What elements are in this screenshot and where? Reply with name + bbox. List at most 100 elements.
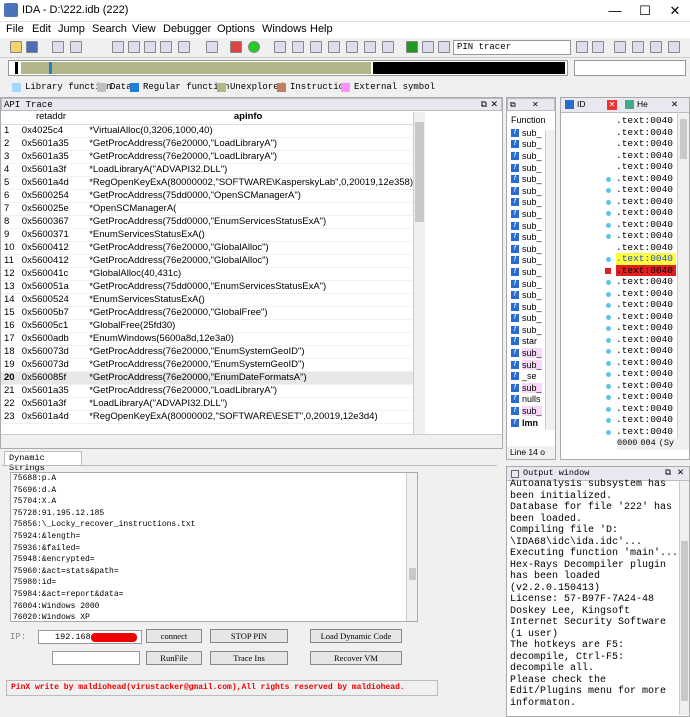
table-row[interactable]: 13 0x560051a *GetProcAddress(75dd0000,"Enu… <box>1 280 413 294</box>
runfile-button[interactable]: RunFile <box>146 651 202 665</box>
disasm-line[interactable]: .text:0040 <box>616 173 676 185</box>
table-row[interactable]: 10 0x5600412 *GetProcAddress(76e20000,"Glo… <box>1 241 413 255</box>
disasm-line[interactable]: .text:0040 <box>616 196 676 208</box>
stop-icon[interactable] <box>438 41 450 53</box>
ida-vscroll[interactable] <box>677 113 689 443</box>
disasm-line[interactable]: .text:0040 <box>616 276 676 288</box>
tab-ida-view[interactable]: ID <box>577 99 586 109</box>
menu-jump[interactable]: Jump <box>58 23 85 35</box>
table-row[interactable]: 19 0x560073d *GetProcAddress(76e20000,"Enu… <box>1 358 413 372</box>
disasm-line[interactable]: .text:0040 <box>616 345 676 357</box>
table-row[interactable]: 11 0x5600412 *GetProcAddress(76e20000,"Glo… <box>1 254 413 268</box>
disasm-line[interactable]: .text:0040 <box>616 115 676 127</box>
recover-vm-button[interactable]: Recover VM <box>310 651 402 665</box>
table-row[interactable]: 5 0x5601a4d *RegOpenKeyExA(80000002,"SOFTW… <box>1 176 413 190</box>
table-row[interactable]: 21 0x5601a35 *GetProcAddress(76e20000,"Loa… <box>1 384 413 398</box>
menu-search[interactable]: Search <box>92 23 127 35</box>
float-window-icon[interactable]: ⧉ <box>665 467 671 478</box>
disasm-line[interactable]: .text:0040 <box>616 150 676 162</box>
dynamic-string-line[interactable]: 76004:Windows 2000 <box>11 601 417 613</box>
scroll-thumb[interactable] <box>415 122 424 222</box>
disasm-line[interactable]: .text:0040 <box>616 264 676 276</box>
xref-icon[interactable] <box>328 41 340 53</box>
close-button[interactable]: ✕ <box>660 0 690 22</box>
disasm-line[interactable]: .text:0040 <box>616 242 676 254</box>
disasm-line[interactable]: .text:0040 <box>616 357 676 369</box>
tool-icon[interactable] <box>346 41 358 53</box>
menu-debugger[interactable]: Debugger <box>163 23 211 35</box>
disasm-line[interactable]: .text:0040 <box>616 414 676 426</box>
table-row[interactable]: 12 0x560041c *GlobalAlloc(40,431c) <box>1 267 413 281</box>
function-icon[interactable] <box>274 41 286 53</box>
disasm-line[interactable]: .text:0040 <box>616 368 676 380</box>
col-apinfo[interactable]: apinfo <box>83 111 413 125</box>
dynamic-string-line[interactable]: 75924:&length= <box>11 531 417 543</box>
table-row[interactable]: 1 0x4025c4 *VirtualAlloc(0,3206,1000,40) <box>1 124 413 138</box>
dynamic-string-line[interactable]: 75980:id= <box>11 577 417 589</box>
step-into-icon[interactable] <box>614 41 626 53</box>
paste-icon[interactable] <box>128 41 140 53</box>
jump-icon[interactable] <box>206 41 218 53</box>
edit-icon[interactable] <box>382 41 394 53</box>
disasm-line[interactable]: .text:0040 <box>616 219 676 231</box>
disasm-line[interactable]: .text:0040 <box>616 380 676 392</box>
dynamic-string-line[interactable]: 75704:X.A <box>11 496 417 508</box>
table-row[interactable]: 17 0x5600adb *EnumWindows(5600a8d,12e3a0) <box>1 332 413 346</box>
disasm-line[interactable]: .text:0040 <box>616 207 676 219</box>
output-text[interactable]: Autoanalysis subsystem has been initializ… <box>507 479 679 715</box>
menu-file[interactable]: File <box>6 23 24 35</box>
load-dynamic-code-button[interactable]: Load Dynamic Code <box>310 629 402 643</box>
image-icon[interactable] <box>364 41 376 53</box>
disasm-line[interactable]: .text:0040 <box>616 138 676 150</box>
save-icon[interactable] <box>26 41 38 53</box>
dynamic-strings-list[interactable]: 75688:p.A 75696:d.A 75704:X.A 75728:91.195.… <box>10 472 418 622</box>
api-trace-hscroll[interactable] <box>1 434 502 448</box>
dynamic-string-line[interactable]: 76020:Windows XP <box>11 612 417 621</box>
tab-hex-view[interactable]: He <box>637 99 648 109</box>
close-panel-icon[interactable]: ✕ <box>490 99 498 110</box>
ida-disasm-lines[interactable]: .text:0040 .text:0040 .text:0040 .text:0040… <box>616 115 676 440</box>
disasm-line[interactable]: .text:0040 <box>616 288 676 300</box>
trace-ins-button[interactable]: Trace Ins <box>210 651 288 665</box>
struct-icon[interactable] <box>292 41 304 53</box>
nav-address-box[interactable] <box>574 60 686 76</box>
disasm-line[interactable]: .text:0040 <box>616 391 676 403</box>
dynamic-string-line[interactable]: 75856:\_Locky_recover_instructions.txt <box>11 519 417 531</box>
back-arrow-icon[interactable] <box>52 41 64 53</box>
scroll-thumb[interactable] <box>680 119 687 159</box>
col-index[interactable] <box>1 111 19 125</box>
search-text-icon[interactable] <box>160 41 172 53</box>
table-row[interactable]: 18 0x560073d *GetProcAddress(76e20000,"Enu… <box>1 345 413 359</box>
step-over-icon[interactable] <box>632 41 644 53</box>
attach-icon[interactable] <box>592 41 604 53</box>
disasm-line[interactable]: .text:0040 <box>616 403 676 415</box>
breakpoint-marker[interactable] <box>605 267 611 274</box>
disasm-line[interactable]: .text:0040 <box>616 161 676 173</box>
open-icon[interactable] <box>10 41 22 53</box>
table-row[interactable]: 4 0x5601a3f *LoadLibraryA("ADVAPI32.DLL") <box>1 163 413 177</box>
dynamic-string-line[interactable]: 75728:91.195.12.185 <box>11 508 417 520</box>
ip-address-input[interactable]: 192.168. <box>38 630 142 644</box>
disasm-line[interactable]: .text:0040 <box>616 334 676 346</box>
debugger-options-icon[interactable] <box>576 41 588 53</box>
table-row[interactable]: 8 0x5600367 *GetProcAddress(75dd0000,"Enum… <box>1 215 413 229</box>
scroll-thumb[interactable] <box>681 541 688 701</box>
menu-options[interactable]: Options <box>217 23 255 35</box>
menu-help[interactable]: Help <box>310 23 333 35</box>
functions-column-title[interactable]: Function <box>507 111 555 127</box>
table-row[interactable]: 2 0x5601a35 *GetProcAddress(76e20000,"Load… <box>1 137 413 151</box>
nav-band-track[interactable] <box>8 60 568 76</box>
connect-button[interactable]: connect <box>146 629 202 643</box>
disasm-line[interactable]: .text:0040 <box>616 184 676 196</box>
api-trace-vscroll[interactable] <box>413 112 425 434</box>
close-panel-icon[interactable]: ✕ <box>677 467 684 478</box>
green-circle-icon[interactable] <box>248 41 260 53</box>
dynamic-string-line[interactable]: 75960:&act=stats&path= <box>11 566 417 578</box>
table-row[interactable]: 7 0x560025e *OpenSCManagerA( <box>1 202 413 216</box>
disasm-line[interactable]: .text:0040 <box>616 322 676 334</box>
table-row[interactable]: 3 0x5601a35 *GetProcAddress(76e20000,"Load… <box>1 150 413 164</box>
disasm-line[interactable]: .text:0040 <box>616 253 676 265</box>
disasm-line[interactable]: .text:0040 <box>616 230 676 242</box>
table-row[interactable]: 23 0x5601a4d *RegOpenKeyExA(80000002,"SOFT… <box>1 410 413 424</box>
table-row[interactable]: 6 0x5600254 *GetProcAddress(75dd0000,"Open… <box>1 189 413 203</box>
